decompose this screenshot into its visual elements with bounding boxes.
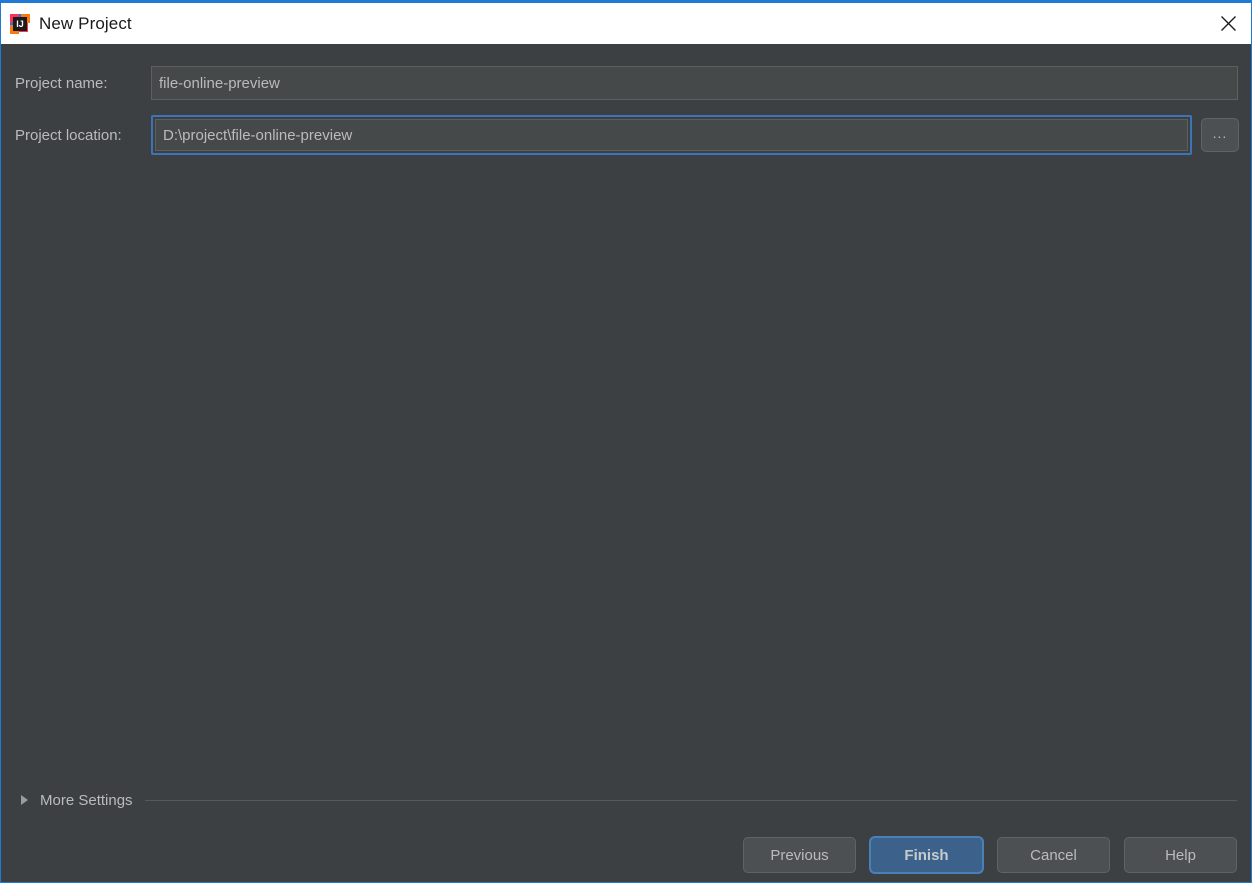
close-button[interactable] xyxy=(1205,3,1251,44)
finish-button[interactable]: Finish xyxy=(870,837,983,873)
more-settings-toggle[interactable]: More Settings xyxy=(1,788,1251,812)
dialog-button-bar: Previous Finish Cancel Help xyxy=(743,837,1237,873)
previous-button[interactable]: Previous xyxy=(743,837,856,873)
help-button[interactable]: Help xyxy=(1124,837,1237,873)
new-project-dialog-window: IJ New Project Project name: file-online… xyxy=(0,0,1252,883)
project-name-row: Project name: file-online-preview xyxy=(1,66,1251,100)
close-icon xyxy=(1220,15,1237,32)
ellipsis-icon: ... xyxy=(1212,124,1228,141)
project-location-focus-ring: D:\project\file-online-preview xyxy=(151,115,1192,155)
more-settings-label: More Settings xyxy=(40,791,133,809)
window-title: New Project xyxy=(39,13,132,33)
project-location-row: Project location: D:\project\file-online… xyxy=(1,115,1251,155)
more-settings-separator xyxy=(144,799,1237,801)
project-location-label: Project location: xyxy=(15,126,122,144)
project-name-label: Project name: xyxy=(15,74,108,92)
cancel-button[interactable]: Cancel xyxy=(997,837,1110,873)
intellij-idea-logo-icon: IJ xyxy=(9,13,31,35)
dialog-body: Project name: file-online-preview Projec… xyxy=(1,44,1251,882)
titlebar: IJ New Project xyxy=(1,3,1251,44)
project-name-input[interactable]: file-online-preview xyxy=(151,66,1238,100)
project-location-input[interactable]: D:\project\file-online-preview xyxy=(155,119,1188,151)
svg-text:IJ: IJ xyxy=(16,19,24,29)
chevron-right-icon xyxy=(20,794,29,806)
browse-folder-button[interactable]: ... xyxy=(1201,118,1239,152)
